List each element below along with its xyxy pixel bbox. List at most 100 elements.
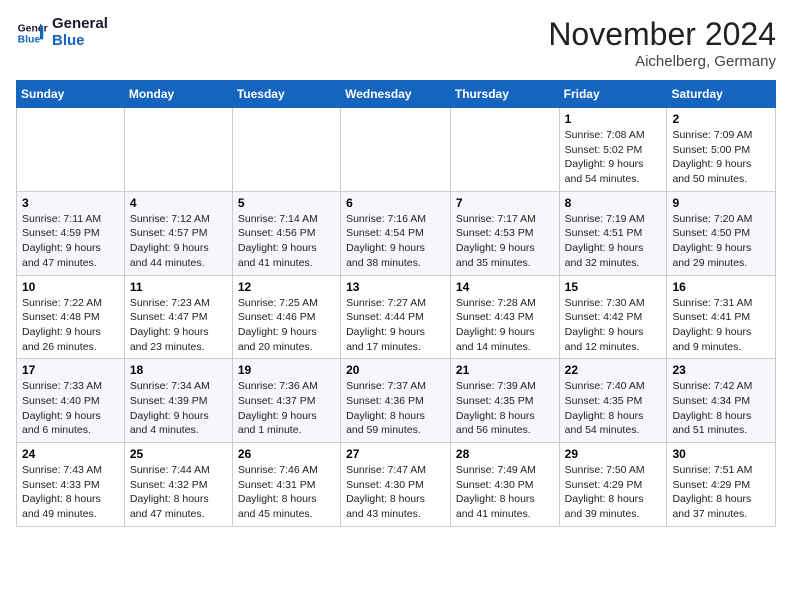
day-number: 21 [456,363,554,377]
day-number: 28 [456,447,554,461]
calendar-table: SundayMondayTuesdayWednesdayThursdayFrid… [16,80,776,527]
weekday-header: Wednesday [341,81,451,108]
calendar-week-row: 3 Sunrise: 7:11 AM Sunset: 4:59 PM Daylig… [17,191,776,275]
day-info: Sunrise: 7:23 AM Sunset: 4:47 PM Dayligh… [130,296,227,355]
calendar-cell [232,108,340,192]
day-number: 27 [346,447,445,461]
day-number: 26 [238,447,335,461]
calendar-week-row: 17 Sunrise: 7:33 AM Sunset: 4:40 PM Dayli… [17,359,776,443]
calendar-cell: 2 Sunrise: 7:09 AM Sunset: 5:00 PM Daylig… [667,108,776,192]
day-info: Sunrise: 7:12 AM Sunset: 4:57 PM Dayligh… [130,212,227,271]
day-number: 12 [238,280,335,294]
day-info: Sunrise: 7:11 AM Sunset: 4:59 PM Dayligh… [22,212,119,271]
calendar-cell: 6Sunrise: 7:16 AM Sunset: 4:54 PM Daylig… [341,191,451,275]
day-number: 29 [565,447,662,461]
day-number: 22 [565,363,662,377]
day-info: Sunrise: 7:30 AM Sunset: 4:42 PM Dayligh… [565,296,662,355]
day-number: 17 [22,363,119,377]
day-info: Sunrise: 7:28 AM Sunset: 4:43 PM Dayligh… [456,296,554,355]
day-info: Sunrise: 7:49 AM Sunset: 4:30 PM Dayligh… [456,463,554,522]
calendar-cell: 22 Sunrise: 7:40 AM Sunset: 4:35 PM Dayli… [559,359,667,443]
logo-icon: General Blue [16,17,48,49]
calendar-cell: 8 Sunrise: 7:19 AM Sunset: 4:51 PM Daylig… [559,191,667,275]
day-info: Sunrise: 7:17 AM Sunset: 4:53 PM Dayligh… [456,212,554,271]
calendar-cell: 25 Sunrise: 7:44 AM Sunset: 4:32 PM Dayli… [124,443,232,527]
day-info: Sunrise: 7:50 AM Sunset: 4:29 PM Dayligh… [565,463,662,522]
calendar-cell: 30 Sunrise: 7:51 AM Sunset: 4:29 PM Dayli… [667,443,776,527]
calendar-cell: 3 Sunrise: 7:11 AM Sunset: 4:59 PM Daylig… [17,191,125,275]
weekday-header: Sunday [17,81,125,108]
day-info: Sunrise: 7:39 AM Sunset: 4:35 PM Dayligh… [456,379,554,438]
day-number: 23 [672,363,770,377]
calendar-body: 1Sunrise: 7:08 AM Sunset: 5:02 PM Daylig… [17,108,776,527]
day-info: Sunrise: 7:08 AM Sunset: 5:02 PM Dayligh… [565,128,662,187]
calendar-cell: 21 Sunrise: 7:39 AM Sunset: 4:35 PM Dayli… [450,359,559,443]
calendar-week-row: 24Sunrise: 7:43 AM Sunset: 4:33 PM Dayli… [17,443,776,527]
day-info: Sunrise: 7:20 AM Sunset: 4:50 PM Dayligh… [672,212,770,271]
weekday-header: Tuesday [232,81,340,108]
day-number: 20 [346,363,445,377]
day-info: Sunrise: 7:27 AM Sunset: 4:44 PM Dayligh… [346,296,445,355]
calendar-cell: 14 Sunrise: 7:28 AM Sunset: 4:43 PM Dayli… [450,275,559,359]
calendar-cell: 4 Sunrise: 7:12 AM Sunset: 4:57 PM Daylig… [124,191,232,275]
calendar-cell: 1Sunrise: 7:08 AM Sunset: 5:02 PM Daylig… [559,108,667,192]
calendar-cell: 7Sunrise: 7:17 AM Sunset: 4:53 PM Daylig… [450,191,559,275]
calendar-cell: 20Sunrise: 7:37 AM Sunset: 4:36 PM Dayli… [341,359,451,443]
calendar-cell: 18 Sunrise: 7:34 AM Sunset: 4:39 PM Dayli… [124,359,232,443]
day-number: 3 [22,196,119,210]
calendar-week-row: 1Sunrise: 7:08 AM Sunset: 5:02 PM Daylig… [17,108,776,192]
calendar-cell: 16Sunrise: 7:31 AM Sunset: 4:41 PM Dayli… [667,275,776,359]
day-info: Sunrise: 7:43 AM Sunset: 4:33 PM Dayligh… [22,463,119,522]
day-info: Sunrise: 7:36 AM Sunset: 4:37 PM Dayligh… [238,379,335,438]
day-info: Sunrise: 7:44 AM Sunset: 4:32 PM Dayligh… [130,463,227,522]
day-number: 18 [130,363,227,377]
calendar-cell: 28 Sunrise: 7:49 AM Sunset: 4:30 PM Dayli… [450,443,559,527]
calendar-header: SundayMondayTuesdayWednesdayThursdayFrid… [17,81,776,108]
svg-text:Blue: Blue [18,34,41,45]
calendar-cell: 29 Sunrise: 7:50 AM Sunset: 4:29 PM Dayli… [559,443,667,527]
svg-text:General: General [18,23,48,34]
calendar-cell: 5Sunrise: 7:14 AM Sunset: 4:56 PM Daylig… [232,191,340,275]
calendar-week-row: 10Sunrise: 7:22 AM Sunset: 4:48 PM Dayli… [17,275,776,359]
logo: General Blue General Blue [16,16,108,49]
day-number: 8 [565,196,662,210]
weekday-header: Thursday [450,81,559,108]
day-info: Sunrise: 7:33 AM Sunset: 4:40 PM Dayligh… [22,379,119,438]
calendar-cell: 12Sunrise: 7:25 AM Sunset: 4:46 PM Dayli… [232,275,340,359]
calendar-cell: 10Sunrise: 7:22 AM Sunset: 4:48 PM Dayli… [17,275,125,359]
calendar-cell: 23 Sunrise: 7:42 AM Sunset: 4:34 PM Dayli… [667,359,776,443]
calendar-cell [341,108,451,192]
calendar-cell [17,108,125,192]
page-header: General Blue General Blue November 2024 … [16,16,776,70]
logo-line1: General [52,16,108,33]
day-info: Sunrise: 7:34 AM Sunset: 4:39 PM Dayligh… [130,379,227,438]
calendar-cell: 19Sunrise: 7:36 AM Sunset: 4:37 PM Dayli… [232,359,340,443]
calendar-cell [124,108,232,192]
calendar-cell: 9 Sunrise: 7:20 AM Sunset: 4:50 PM Daylig… [667,191,776,275]
day-number: 4 [130,196,227,210]
day-number: 25 [130,447,227,461]
day-info: Sunrise: 7:51 AM Sunset: 4:29 PM Dayligh… [672,463,770,522]
weekday-row: SundayMondayTuesdayWednesdayThursdayFrid… [17,81,776,108]
day-info: Sunrise: 7:22 AM Sunset: 4:48 PM Dayligh… [22,296,119,355]
day-number: 13 [346,280,445,294]
day-number: 16 [672,280,770,294]
day-number: 14 [456,280,554,294]
day-info: Sunrise: 7:40 AM Sunset: 4:35 PM Dayligh… [565,379,662,438]
day-number: 2 [672,112,770,126]
day-number: 15 [565,280,662,294]
day-number: 6 [346,196,445,210]
calendar-cell: 24Sunrise: 7:43 AM Sunset: 4:33 PM Dayli… [17,443,125,527]
day-number: 9 [672,196,770,210]
day-info: Sunrise: 7:09 AM Sunset: 5:00 PM Dayligh… [672,128,770,187]
location-subtitle: Aichelberg, Germany [548,53,776,70]
day-info: Sunrise: 7:19 AM Sunset: 4:51 PM Dayligh… [565,212,662,271]
weekday-header: Monday [124,81,232,108]
day-number: 30 [672,447,770,461]
day-info: Sunrise: 7:47 AM Sunset: 4:30 PM Dayligh… [346,463,445,522]
weekday-header: Friday [559,81,667,108]
day-number: 5 [238,196,335,210]
day-info: Sunrise: 7:42 AM Sunset: 4:34 PM Dayligh… [672,379,770,438]
calendar-cell: 27 Sunrise: 7:47 AM Sunset: 4:30 PM Dayli… [341,443,451,527]
weekday-header: Saturday [667,81,776,108]
